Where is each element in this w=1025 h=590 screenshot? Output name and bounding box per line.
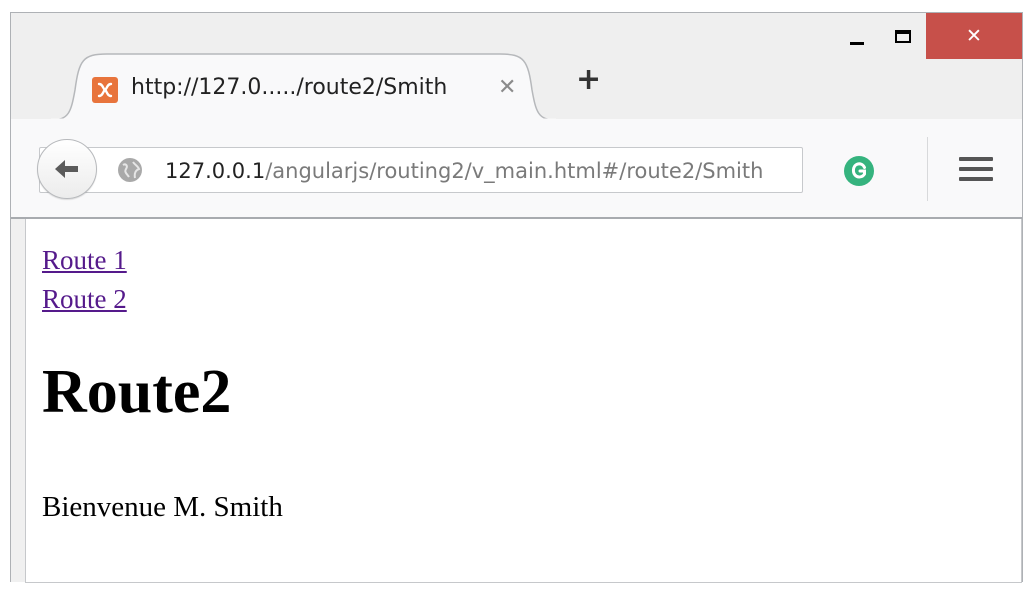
window-controls: ✕	[834, 13, 1022, 59]
url-host: 127.0.0.1	[165, 159, 266, 183]
grammarly-icon[interactable]	[843, 155, 875, 187]
url-path: /angularjs/routing2/v_main.html#/route2/…	[265, 159, 764, 183]
browser-window: ✕ http://127.0...../route2/Smith ✕ + 127…	[10, 12, 1023, 583]
welcome-text: Bienvenue M. Smith	[42, 491, 283, 523]
url-text[interactable]: 127.0.0.1/angularjs/routing2/v_main.html…	[165, 159, 797, 183]
route-links: Route 1 Route 2	[42, 241, 127, 319]
route-1-link[interactable]: Route 1	[42, 241, 127, 280]
tab-title: http://127.0...../route2/Smith	[131, 75, 448, 100]
page-heading: Route2	[42, 358, 232, 426]
tab-strip: ✕ http://127.0...../route2/Smith ✕ +	[11, 13, 1022, 120]
xampp-icon	[92, 77, 118, 103]
globe-icon[interactable]	[117, 157, 143, 183]
minimize-icon	[850, 41, 864, 45]
back-button[interactable]	[37, 139, 97, 199]
route-2-link[interactable]: Route 2	[42, 280, 127, 319]
navigation-bar: 127.0.0.1/angularjs/routing2/v_main.html…	[11, 119, 1022, 219]
tab-close-icon[interactable]: ✕	[498, 75, 516, 100]
new-tab-button[interactable]: +	[576, 65, 601, 95]
close-icon: ✕	[966, 24, 982, 47]
close-window-button[interactable]: ✕	[926, 13, 1022, 59]
back-arrow-icon	[55, 160, 78, 178]
minimize-button[interactable]	[834, 13, 880, 59]
hamburger-menu-icon[interactable]	[959, 157, 993, 187]
maximize-button[interactable]	[880, 13, 926, 59]
tab-active[interactable]: http://127.0...../route2/Smith ✕	[51, 50, 556, 120]
page-content: Route 1 Route 2 Route2 Bienvenue M. Smit…	[25, 219, 1022, 583]
toolbar-divider	[927, 137, 928, 201]
maximize-icon	[895, 29, 911, 43]
